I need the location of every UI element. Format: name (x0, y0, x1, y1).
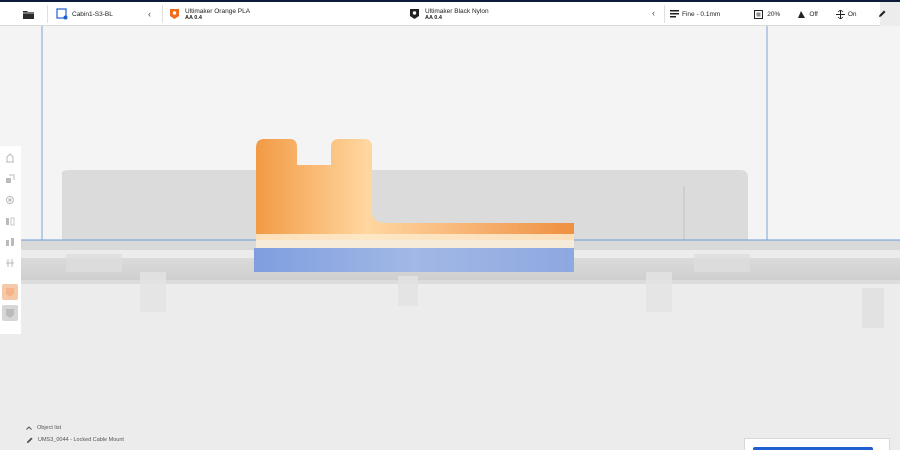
extruder-2-tool-button[interactable] (2, 305, 18, 321)
support-blocker-button[interactable] (2, 255, 18, 271)
object-list-toggle[interactable]: Object list (26, 422, 124, 434)
object-list-header: Object list (37, 425, 62, 431)
chevron-up-icon (26, 426, 32, 430)
divider (664, 5, 665, 23)
plate-clip (66, 254, 122, 272)
divider (162, 5, 163, 23)
extruder-1-material: Ultimaker Orange PLA (185, 7, 251, 15)
plate-foot (646, 272, 672, 312)
open-file-button[interactable] (22, 2, 35, 26)
support-blocker-icon (5, 258, 15, 268)
move-icon (5, 153, 15, 163)
extruder-black-icon (5, 308, 15, 319)
model-base-layer (254, 248, 574, 272)
extruder-2-core: AA 0.4 (425, 14, 442, 21)
chevron-left-icon[interactable]: ‹ (148, 9, 151, 19)
plate-foot (140, 272, 166, 312)
3d-viewport[interactable] (0, 26, 900, 450)
profile-label: Fine - 0.1mm (682, 10, 721, 18)
current-object-name: UMS3_0044 - Locked Cable Mount (38, 437, 124, 443)
left-tool-sidebar (0, 146, 21, 334)
print-settings-button[interactable]: Fine - 0.1mm 20% Off On (670, 2, 886, 26)
adhesion-icon (835, 9, 845, 19)
infill-value: 20% (767, 10, 781, 18)
adhesion-value: On (847, 10, 857, 18)
pencil-icon[interactable] (878, 10, 886, 18)
support-icon (797, 10, 806, 19)
mirror-tool-button[interactable] (2, 213, 18, 229)
build-volume-scene (0, 26, 900, 328)
extruder-2-material: Ultimaker Black Nylon (425, 7, 489, 15)
per-model-settings-button[interactable] (2, 234, 18, 250)
divider (47, 5, 48, 23)
extruder-1-tool-button[interactable] (2, 284, 18, 300)
chevron-left-icon[interactable]: ‹ (652, 8, 655, 18)
infill-icon (754, 9, 764, 19)
plate-foot (862, 288, 884, 328)
pencil-icon (26, 436, 33, 444)
per-model-icon (5, 237, 15, 247)
current-object-row[interactable]: UMS3_0044 - Locked Cable Mount (26, 434, 124, 446)
extruder-1-selector[interactable]: Ultimaker Orange PLA AA 0.4 (169, 2, 250, 26)
scale-icon (5, 174, 15, 184)
object-list-panel: Object list UMS3_0044 - Locked Cable Mou… (26, 422, 124, 446)
rotate-icon (5, 195, 15, 205)
folder-icon (22, 9, 35, 20)
extruder-black-icon (409, 8, 420, 20)
printer-selector[interactable]: Cabin1-S3-BL ‹ (56, 2, 158, 26)
rotate-tool-button[interactable] (2, 192, 18, 208)
support-value: Off (809, 10, 818, 18)
print-action-panel (744, 438, 890, 450)
printer-name: Cabin1-S3-BL (72, 10, 113, 18)
extruder-orange-icon (169, 8, 180, 20)
printer-icon (56, 8, 68, 20)
top-toolbar: Cabin1-S3-BL ‹ Ultimaker Orange PLA AA 0… (0, 2, 886, 26)
printer-base-edge (0, 280, 900, 284)
scale-tool-button[interactable] (2, 171, 18, 187)
extruder-1-core: AA 0.4 (185, 14, 202, 21)
plate-clip (694, 254, 750, 272)
extruder-2-selector[interactable]: Ultimaker Black Nylon AA 0.4 (409, 2, 489, 26)
mirror-icon (5, 216, 15, 226)
move-tool-button[interactable] (2, 150, 18, 166)
extruder-orange-icon (5, 287, 15, 298)
layer-height-icon (670, 10, 679, 18)
plate-foot (398, 276, 418, 306)
